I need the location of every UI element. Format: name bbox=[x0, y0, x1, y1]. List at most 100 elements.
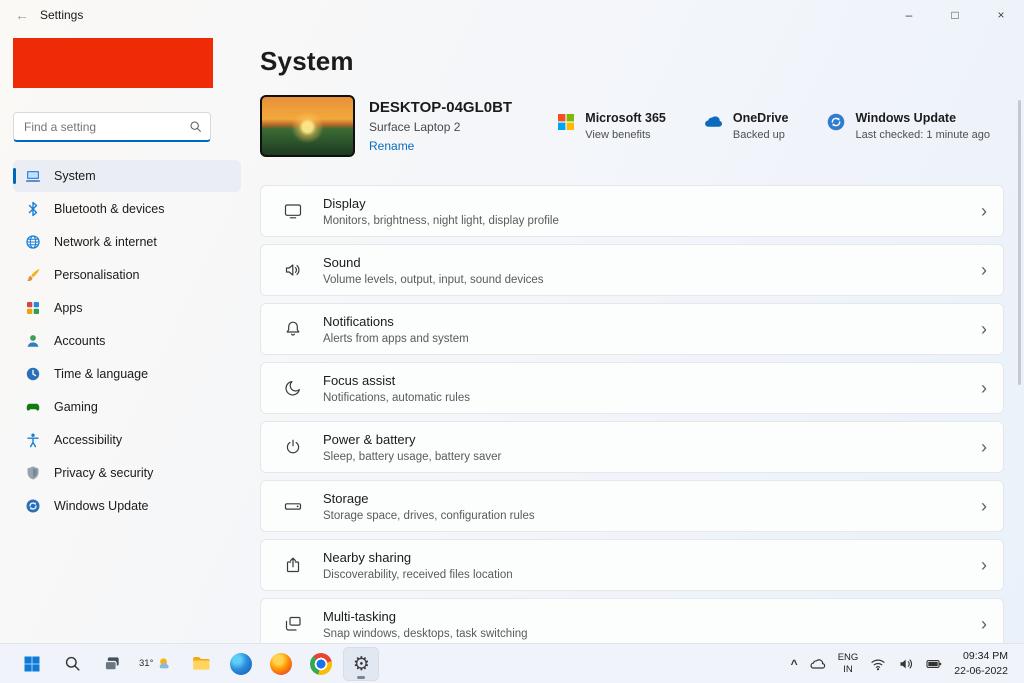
card-onedrive[interactable]: OneDrive Backed up bbox=[704, 111, 789, 141]
sidebar-item-system[interactable]: System bbox=[13, 160, 241, 192]
sidebar-item-bluetooth-devices[interactable]: Bluetooth & devices bbox=[13, 193, 241, 225]
chevron-right-icon: › bbox=[981, 379, 987, 397]
task-view-button[interactable] bbox=[94, 647, 130, 681]
volume-icon[interactable] bbox=[898, 656, 914, 672]
gear-icon: ⚙ bbox=[353, 653, 370, 675]
sidebar-item-accessibility[interactable]: Accessibility bbox=[13, 424, 241, 456]
sidebar-item-windows-update[interactable]: Windows Update bbox=[13, 490, 241, 522]
row-title: Storage bbox=[323, 491, 535, 506]
status-title: Windows Update bbox=[855, 111, 990, 125]
settings-taskbar-button[interactable]: ⚙ bbox=[343, 647, 379, 681]
card-windows-update[interactable]: Windows Update Last checked: 1 minute ag… bbox=[826, 111, 990, 141]
search-icon[interactable] bbox=[189, 120, 202, 133]
firefox-button[interactable] bbox=[263, 647, 299, 681]
chevron-right-icon: › bbox=[981, 320, 987, 338]
sidebar-item-privacy-security[interactable]: Privacy & security bbox=[13, 457, 241, 489]
clock-icon bbox=[25, 366, 41, 382]
row-subtitle: Snap windows, desktops, task switching bbox=[323, 628, 528, 640]
sidebar-item-time-language[interactable]: Time & language bbox=[13, 358, 241, 390]
sidebar-item-label: Apps bbox=[54, 301, 83, 315]
row-subtitle: Monitors, brightness, night light, displ… bbox=[323, 215, 559, 227]
settings-row-storage[interactable]: Storage Storage space, drives, configura… bbox=[260, 480, 1004, 532]
card-microsoft-365[interactable]: Microsoft 365 View benefits bbox=[556, 111, 666, 141]
row-subtitle: Sleep, battery usage, battery saver bbox=[323, 451, 501, 463]
sidebar-item-label: Bluetooth & devices bbox=[54, 202, 165, 216]
search-box[interactable] bbox=[13, 112, 211, 142]
row-subtitle: Storage space, drives, configuration rul… bbox=[323, 510, 535, 522]
language-indicator[interactable]: ENG IN bbox=[838, 652, 859, 676]
chrome-button[interactable] bbox=[303, 647, 339, 681]
minimize-button[interactable]: – bbox=[886, 0, 932, 30]
tray-clock[interactable]: 09:34 PM 22-06-2022 bbox=[954, 649, 1008, 677]
settings-row-display[interactable]: Display Monitors, brightness, night ligh… bbox=[260, 185, 1004, 237]
maximize-button[interactable]: □ bbox=[932, 0, 978, 30]
sidebar-item-label: Personalisation bbox=[54, 268, 139, 282]
chevron-right-icon: › bbox=[981, 438, 987, 456]
scrollbar[interactable] bbox=[1018, 100, 1021, 385]
onedrive-cloud-icon bbox=[704, 112, 724, 132]
taskbar-search-button[interactable] bbox=[54, 647, 90, 681]
settings-row-sound[interactable]: Sound Volume levels, output, input, soun… bbox=[260, 244, 1004, 296]
search-input[interactable] bbox=[24, 120, 189, 134]
device-info: DESKTOP-04GL0BT Surface Laptop 2 Rename bbox=[369, 99, 512, 153]
row-title: Nearby sharing bbox=[323, 550, 513, 565]
chevron-right-icon: › bbox=[981, 497, 987, 515]
sidebar-nav: System Bluetooth & devices Network & int… bbox=[13, 160, 241, 522]
display-icon bbox=[283, 201, 303, 221]
region-code: IN bbox=[838, 664, 859, 676]
close-button[interactable]: × bbox=[978, 0, 1024, 30]
sidebar-item-label: Time & language bbox=[54, 367, 148, 381]
rename-link[interactable]: Rename bbox=[369, 139, 512, 153]
wifi-icon[interactable] bbox=[870, 656, 886, 672]
settings-row-nearby-sharing[interactable]: Nearby sharing Discoverability, received… bbox=[260, 539, 1004, 591]
sidebar-item-gaming[interactable]: Gaming bbox=[13, 391, 241, 423]
sidebar-item-label: Accounts bbox=[54, 334, 105, 348]
device-header: DESKTOP-04GL0BT Surface Laptop 2 Rename … bbox=[260, 95, 1004, 157]
status-subtitle: Last checked: 1 minute ago bbox=[855, 129, 990, 141]
multitask-icon bbox=[283, 614, 303, 634]
chevron-right-icon: › bbox=[981, 202, 987, 220]
sound-icon bbox=[283, 260, 303, 280]
sidebar-item-label: System bbox=[54, 169, 96, 183]
page-title: System bbox=[260, 46, 1004, 77]
tray-chevron-icon[interactable]: ^ bbox=[791, 657, 798, 671]
bluetooth-icon bbox=[25, 201, 41, 217]
edge-icon bbox=[230, 653, 252, 675]
status-title: OneDrive bbox=[733, 111, 789, 125]
sidebar-item-accounts[interactable]: Accounts bbox=[13, 325, 241, 357]
moon-icon bbox=[283, 378, 303, 398]
sidebar-item-network-internet[interactable]: Network & internet bbox=[13, 226, 241, 258]
sidebar-item-personalisation[interactable]: Personalisation bbox=[13, 259, 241, 291]
settings-row-multi-tasking[interactable]: Multi-tasking Snap windows, desktops, ta… bbox=[260, 598, 1004, 643]
sidebar-item-label: Accessibility bbox=[54, 433, 122, 447]
settings-row-power-battery[interactable]: Power & battery Sleep, battery usage, ba… bbox=[260, 421, 1004, 473]
weather-temp: 31° bbox=[139, 658, 153, 669]
sidebar-item-apps[interactable]: Apps bbox=[13, 292, 241, 324]
widgets-button[interactable]: 31° bbox=[134, 647, 179, 681]
apps-grid-icon bbox=[25, 300, 41, 316]
tray-time: 09:34 PM bbox=[954, 649, 1008, 663]
storage-icon bbox=[283, 496, 303, 516]
settings-row-focus-assist[interactable]: Focus assist Notifications, automatic ru… bbox=[260, 362, 1004, 414]
status-subtitle[interactable]: View benefits bbox=[585, 129, 666, 141]
onedrive-tray-icon[interactable] bbox=[810, 656, 826, 672]
titlebar: ← Settings – □ × bbox=[0, 0, 1024, 30]
file-explorer-button[interactable] bbox=[183, 647, 219, 681]
share-icon bbox=[283, 555, 303, 575]
brush-icon bbox=[25, 267, 41, 283]
status-title: Microsoft 365 bbox=[585, 111, 666, 125]
battery-icon[interactable] bbox=[926, 656, 942, 672]
device-name: DESKTOP-04GL0BT bbox=[369, 99, 512, 116]
settings-row-notifications[interactable]: Notifications Alerts from apps and syste… bbox=[260, 303, 1004, 355]
redacted-account-block bbox=[13, 38, 213, 88]
status-cards: Microsoft 365 View benefits OneDrive Bac… bbox=[556, 111, 1004, 141]
language-code: ENG bbox=[838, 652, 859, 664]
back-icon[interactable]: ← bbox=[12, 5, 32, 25]
task-view-icon bbox=[102, 654, 122, 674]
windows-update-icon bbox=[826, 112, 846, 132]
controller-icon bbox=[25, 399, 41, 415]
settings-rows: Display Monitors, brightness, night ligh… bbox=[260, 185, 1004, 643]
edge-button[interactable] bbox=[223, 647, 259, 681]
chrome-icon bbox=[310, 653, 332, 675]
start-button[interactable] bbox=[14, 647, 50, 681]
